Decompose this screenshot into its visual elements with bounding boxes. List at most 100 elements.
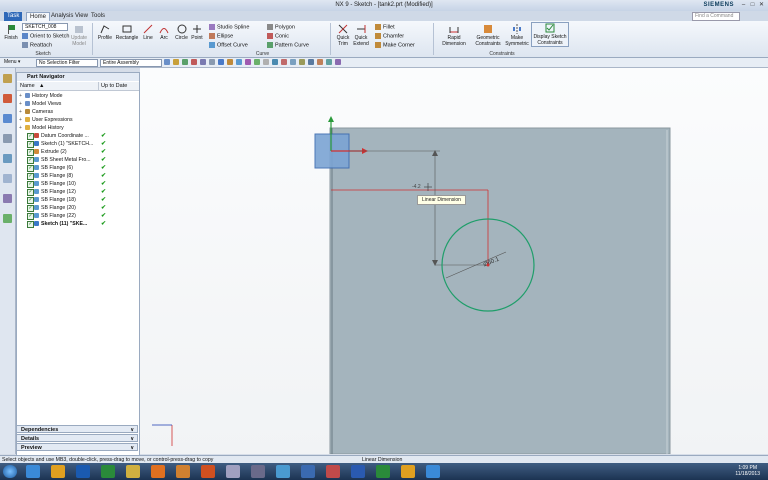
offset-curve-button[interactable]: Offset Curve bbox=[209, 42, 248, 48]
toolbar-tool-icon[interactable] bbox=[272, 59, 278, 65]
profile-button[interactable]: Profile bbox=[95, 24, 115, 41]
feature-visibility-checkbox[interactable]: ✓ bbox=[27, 173, 34, 180]
toolbar-tool-icon[interactable] bbox=[236, 59, 242, 65]
display-sketch-constraints-button[interactable]: Display Sketch Constraints bbox=[531, 22, 569, 47]
dependencies-panel[interactable]: Dependencies ∨ bbox=[16, 425, 138, 433]
history-icon[interactable] bbox=[3, 194, 12, 203]
toolbar-tool-icon[interactable] bbox=[308, 59, 314, 65]
feature-visibility-checkbox[interactable]: ✓ bbox=[27, 149, 34, 156]
close-icon[interactable]: ✕ bbox=[757, 1, 766, 9]
feature-visibility-checkbox[interactable]: ✓ bbox=[27, 205, 34, 212]
menu-button[interactable]: Menu ▾ bbox=[2, 59, 34, 65]
toolbar-tool-icon[interactable] bbox=[182, 59, 188, 65]
app-icon[interactable] bbox=[326, 465, 340, 478]
navigator-row[interactable]: ✓ SB Flange (8) ✔ bbox=[17, 172, 139, 180]
toolbar-tool-icon[interactable] bbox=[245, 59, 251, 65]
constraint-navigator-icon[interactable] bbox=[3, 94, 12, 103]
toolbar-tool-icon[interactable] bbox=[191, 59, 197, 65]
navigator-row[interactable]: ✓ SB Flange (18) ✔ bbox=[17, 196, 139, 204]
column-name[interactable]: Name bbox=[20, 82, 35, 90]
feature-visibility-checkbox[interactable]: ✓ bbox=[27, 181, 34, 188]
toolbar-tool-icon[interactable] bbox=[254, 59, 260, 65]
make-symmetric-button[interactable]: Make Symmetric bbox=[504, 24, 530, 47]
sort-arrow-icon[interactable]: ▲ bbox=[39, 82, 44, 90]
navigator-row[interactable]: ✓ SB Flange (22) ✔ bbox=[17, 212, 139, 220]
polygon-button[interactable]: Polygon bbox=[267, 24, 295, 30]
excel-icon[interactable] bbox=[376, 465, 390, 478]
graphics-window[interactable]: Ø60.1 -4.2 Linear Dimension bbox=[140, 68, 768, 454]
feature-visibility-checkbox[interactable]: ✓ bbox=[27, 189, 34, 196]
point-button[interactable]: Point bbox=[190, 24, 204, 41]
expand-icon[interactable]: + bbox=[19, 108, 22, 116]
details-panel[interactable]: Details ∨ bbox=[16, 434, 138, 442]
update-model-button[interactable]: Update Model bbox=[70, 24, 88, 47]
feature-visibility-checkbox[interactable]: ✓ bbox=[27, 221, 34, 228]
ie-icon[interactable] bbox=[426, 465, 440, 478]
quick-trim-button[interactable]: Quick Trim bbox=[334, 24, 352, 47]
toolbar-tool-icon[interactable] bbox=[173, 59, 179, 65]
expand-icon[interactable]: + bbox=[19, 100, 22, 108]
orient-to-sketch-button[interactable]: Orient to Sketch bbox=[22, 33, 69, 39]
line-button[interactable]: Line bbox=[141, 24, 155, 41]
studio-spline-button[interactable]: Studio Spline bbox=[209, 24, 249, 30]
assembly-navigator-icon[interactable] bbox=[3, 74, 12, 83]
make-corner-button[interactable]: Make Corner bbox=[375, 42, 415, 48]
navigator-row[interactable]: ✓ SB Flange (12) ✔ bbox=[17, 188, 139, 196]
paint-icon[interactable] bbox=[226, 465, 240, 478]
feature-visibility-checkbox[interactable]: ✓ bbox=[27, 165, 34, 172]
navigator-row[interactable]: ✓ Datum Coordinate ... ✔ bbox=[17, 132, 139, 140]
selection-filter-select[interactable]: No Selection Filter bbox=[36, 59, 98, 67]
word-icon[interactable] bbox=[351, 465, 365, 478]
matlab-icon[interactable] bbox=[201, 465, 215, 478]
navigator-row[interactable]: ✓ Sketch (11) "SKE... ✔ bbox=[17, 220, 139, 228]
rectangle-button[interactable]: Rectangle bbox=[114, 24, 140, 41]
sketch-name-select[interactable]: SKETCH_008 bbox=[22, 23, 68, 31]
app-icon[interactable] bbox=[251, 465, 265, 478]
selection-scope-select[interactable]: Entire Assembly bbox=[100, 59, 162, 67]
reattach-button[interactable]: Reattach bbox=[22, 42, 52, 48]
chrome-icon[interactable] bbox=[51, 465, 65, 478]
rapid-dimension-button[interactable]: Rapid Dimension bbox=[437, 24, 471, 47]
toolbar-tool-icon[interactable] bbox=[335, 59, 341, 65]
ellipse-button[interactable]: Ellipse bbox=[209, 33, 233, 39]
part-navigator-icon[interactable] bbox=[3, 114, 12, 123]
conic-button[interactable]: Conic bbox=[267, 33, 289, 39]
navigator-row[interactable]: ✓ SB Flange (20) ✔ bbox=[17, 204, 139, 212]
excel-icon[interactable] bbox=[101, 465, 115, 478]
outlook-icon[interactable] bbox=[76, 465, 90, 478]
quick-extend-button[interactable]: Quick Extend bbox=[352, 24, 370, 47]
toolbar-tool-icon[interactable] bbox=[209, 59, 215, 65]
expand-icon[interactable]: + bbox=[19, 92, 22, 100]
preview-panel[interactable]: Preview ∨ bbox=[16, 443, 138, 451]
feature-visibility-checkbox[interactable]: ✓ bbox=[27, 213, 34, 220]
reuse-library-icon[interactable] bbox=[3, 134, 12, 143]
fillet-button[interactable]: Fillet bbox=[375, 24, 395, 30]
chrome-icon[interactable] bbox=[401, 465, 415, 478]
ie-icon[interactable] bbox=[26, 465, 40, 478]
navigator-row[interactable]: + Model History bbox=[17, 124, 139, 132]
feature-visibility-checkbox[interactable]: ✓ bbox=[27, 141, 34, 148]
explorer-icon[interactable] bbox=[126, 465, 140, 478]
toolbar-tool-icon[interactable] bbox=[227, 59, 233, 65]
start-button-icon[interactable] bbox=[3, 465, 17, 478]
feature-visibility-checkbox[interactable]: ✓ bbox=[27, 133, 34, 140]
sketch-canvas[interactable]: Ø60.1 -4.2 bbox=[140, 68, 768, 454]
navigator-row[interactable]: + History Mode bbox=[17, 92, 139, 100]
system-clock[interactable]: 1:09 PM 11/18/2013 bbox=[735, 465, 760, 477]
expand-icon[interactable]: + bbox=[19, 116, 22, 124]
navigator-row[interactable]: + Cameras bbox=[17, 108, 139, 116]
navigator-row[interactable]: ✓ Extrude (2) ✔ bbox=[17, 148, 139, 156]
navigator-row[interactable]: ✓ SB Sheet Metal Fro... ✔ bbox=[17, 156, 139, 164]
command-finder-input[interactable]: Find a Command bbox=[692, 12, 740, 21]
geometric-constraints-button[interactable]: Geometric Constraints bbox=[472, 24, 504, 47]
circle-center-point[interactable] bbox=[486, 263, 490, 267]
media-icon[interactable] bbox=[151, 465, 165, 478]
toolbar-tool-icon[interactable] bbox=[218, 59, 224, 65]
feature-visibility-checkbox[interactable]: ✓ bbox=[27, 157, 34, 164]
toolbar-tool-icon[interactable] bbox=[164, 59, 170, 65]
navigator-row[interactable]: ✓ Sketch (1) "SKETCH... ✔ bbox=[17, 140, 139, 148]
circle-button[interactable]: Circle bbox=[173, 24, 190, 41]
toolbar-tool-icon[interactable] bbox=[326, 59, 332, 65]
toolbar-tool-icon[interactable] bbox=[299, 59, 305, 65]
roles-icon[interactable] bbox=[3, 214, 12, 223]
